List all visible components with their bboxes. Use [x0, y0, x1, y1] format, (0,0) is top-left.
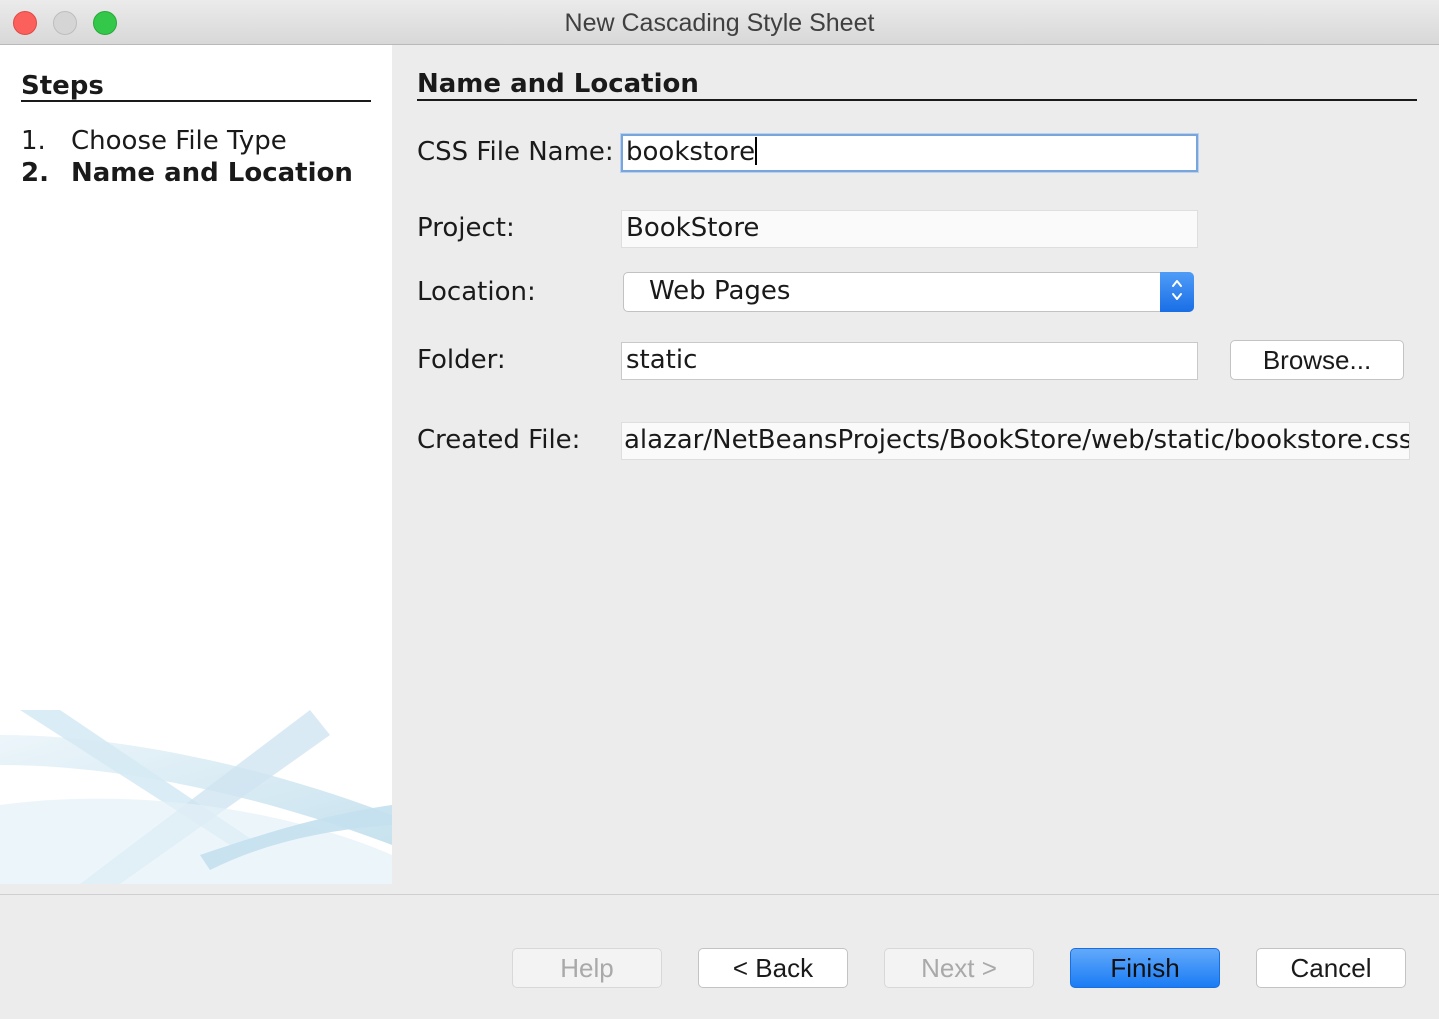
- window-title: New Cascading Style Sheet: [564, 9, 875, 37]
- text-caret: [755, 137, 758, 165]
- section-divider: [417, 99, 1417, 101]
- step-item-choose-file-type: 1. Choose File Type: [21, 126, 287, 156]
- css-file-name-value: bookstore: [626, 137, 756, 167]
- step-label: Choose File Type: [71, 126, 287, 156]
- project-field: BookStore: [621, 210, 1198, 248]
- css-file-name-label: CSS File Name:: [417, 137, 614, 167]
- folder-label: Folder:: [417, 345, 506, 375]
- section-heading: Name and Location: [417, 69, 699, 99]
- back-button[interactable]: < Back: [698, 948, 848, 988]
- help-button[interactable]: Help: [512, 948, 662, 988]
- netbeans-swoosh-graphic: [0, 710, 392, 884]
- cancel-button[interactable]: Cancel: [1256, 948, 1406, 988]
- created-file-label: Created File:: [417, 425, 581, 455]
- button-bar: Help < Back Next > Finish Cancel: [0, 895, 1439, 1019]
- project-label: Project:: [417, 213, 515, 243]
- finish-button[interactable]: Finish: [1070, 948, 1220, 988]
- location-selected-value: Web Pages: [649, 276, 791, 306]
- step-number: 1.: [21, 126, 46, 156]
- next-button[interactable]: Next >: [884, 948, 1034, 988]
- created-file-field: alazar/NetBeansProjects/BookStore/web/st…: [621, 422, 1410, 460]
- step-item-name-and-location: 2. Name and Location: [21, 158, 353, 188]
- location-select[interactable]: Web Pages: [623, 272, 1194, 312]
- location-label: Location:: [417, 277, 536, 307]
- steps-panel: Steps 1. Choose File Type 2. Name and Loca…: [0, 45, 392, 884]
- step-number: 2.: [21, 158, 49, 188]
- folder-input[interactable]: static: [621, 342, 1198, 380]
- step-label: Name and Location: [71, 158, 353, 188]
- steps-title: Steps: [21, 71, 104, 101]
- browse-button[interactable]: Browse...: [1230, 340, 1404, 380]
- css-file-name-input[interactable]: bookstore: [621, 134, 1198, 172]
- updown-chevron-icon: [1160, 272, 1194, 312]
- title-bar: New Cascading Style Sheet: [0, 0, 1439, 45]
- steps-divider: [21, 100, 371, 102]
